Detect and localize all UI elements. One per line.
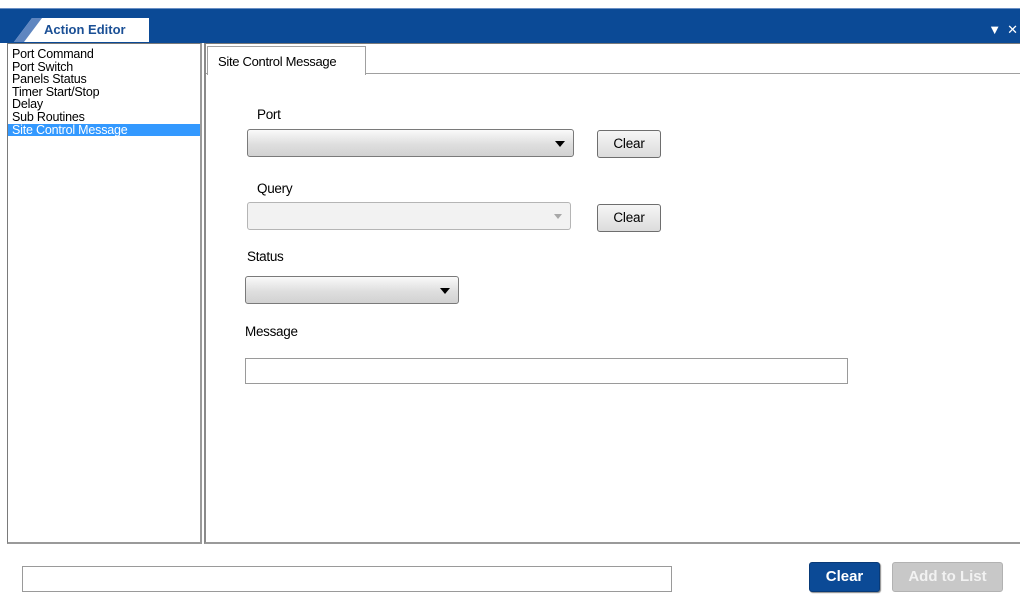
port-clear-button[interactable]: Clear [597, 130, 661, 158]
port-label: Port [257, 107, 281, 122]
action-type-items: Port Command Port Switch Panels Status Time… [8, 44, 200, 137]
window-title: Action Editor [44, 22, 126, 37]
action-details-panel: Site Control Message Port Clear Query Cl… [204, 43, 1020, 544]
action-type-list[interactable]: Port Command Port Switch Panels Status Time… [7, 43, 202, 544]
add-to-list-button[interactable]: Add to List [892, 562, 1003, 592]
tab-strip: Site Control Message [206, 44, 1020, 75]
message-field[interactable] [245, 358, 848, 384]
window-controls: ▼ ✕ [988, 23, 1018, 36]
title-bar: Action Editor ▼ ✕ [0, 8, 1020, 43]
dropdown-arrow-icon[interactable]: ▼ [988, 23, 1001, 36]
query-clear-button[interactable]: Clear [597, 204, 661, 232]
close-icon[interactable]: ✕ [1007, 23, 1018, 36]
list-item-port-command[interactable]: Port Command [8, 48, 200, 61]
tab-content: Port Clear Query Clear Status Message [206, 75, 1020, 542]
chevron-down-icon [554, 214, 562, 219]
query-label: Query [257, 181, 293, 196]
query-dropdown[interactable] [247, 202, 571, 230]
status-dropdown[interactable] [245, 276, 459, 304]
clear-button[interactable]: Clear [809, 562, 880, 592]
tab-site-control-message[interactable]: Site Control Message [207, 46, 366, 75]
window-title-tab: Action Editor [14, 18, 149, 42]
list-item-panels-status[interactable]: Panels Status [8, 73, 200, 86]
chevron-down-icon [440, 288, 450, 294]
port-dropdown[interactable] [247, 129, 574, 157]
action-summary-field[interactable] [22, 566, 672, 592]
chevron-down-icon [555, 141, 565, 147]
list-item-sub-routines[interactable]: Sub Routines [8, 111, 200, 124]
list-item-site-control-message[interactable]: Site Control Message [8, 123, 200, 137]
status-label: Status [247, 249, 284, 264]
message-label: Message [245, 324, 298, 339]
